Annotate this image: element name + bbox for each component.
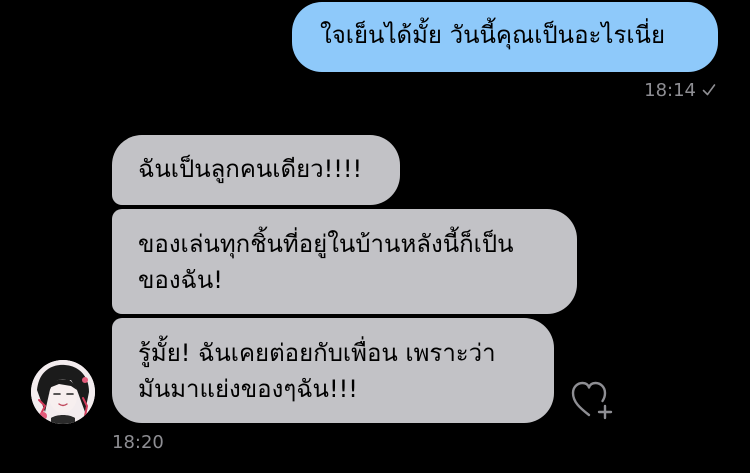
check-icon [702,84,716,96]
outgoing-timestamp: 18:14 [644,80,696,101]
heart-plus-icon[interactable] [570,380,616,420]
chat-thread: ใจเย็นได้มั้ย วันนี้คุณเป็นอะไรเนี่ย 18:… [0,0,750,473]
outgoing-message[interactable]: ใจเย็นได้มั้ย วันนี้คุณเป็นอะไรเนี่ย [292,2,718,72]
message-status: 18:14 [644,79,716,103]
incoming-timestamp: 18:20 [112,432,164,453]
incoming-message[interactable]: ฉันเป็นลูกคนเดียว!!!! [112,135,400,205]
contact-avatar[interactable] [31,360,95,424]
incoming-message[interactable]: รู้มั้ย! ฉันเคยต่อยกับเพื่อน เพราะว่า มั… [112,318,554,423]
avatar-image [31,360,95,424]
incoming-message[interactable]: ของเล่นทุกชิ้นที่อยู่ในบ้านหลังนี้ก็เป็น… [112,209,577,314]
